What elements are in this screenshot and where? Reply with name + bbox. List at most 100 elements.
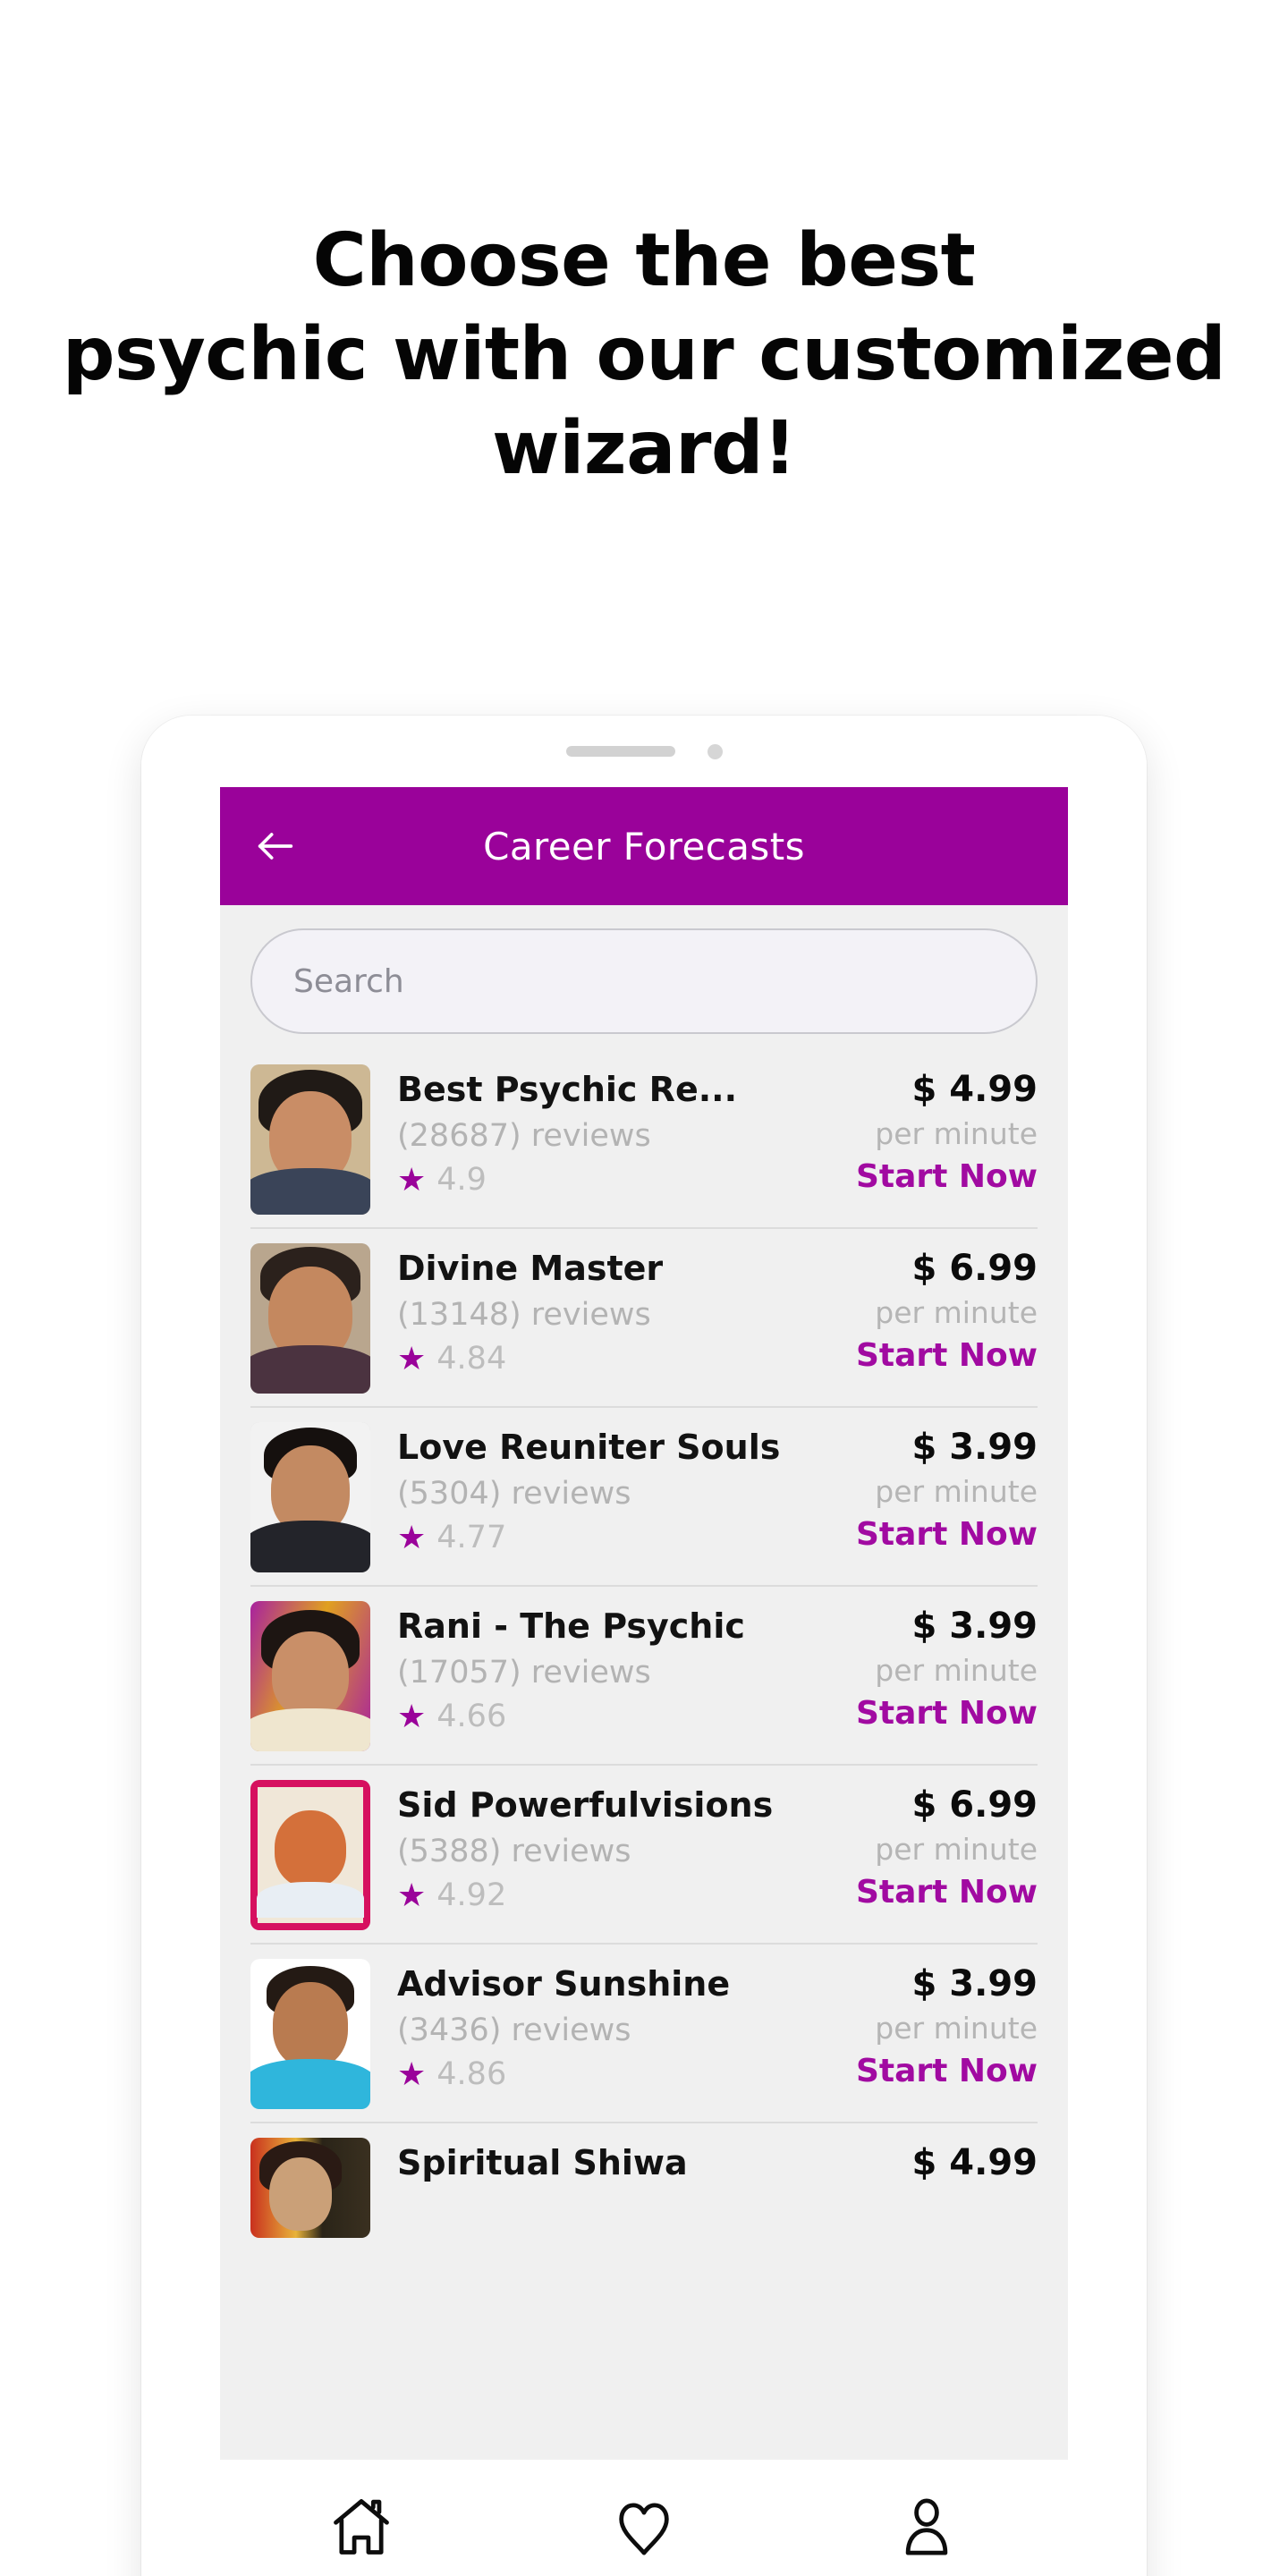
price: $ 3.99 xyxy=(911,1427,1038,1468)
psychic-pricing: $ 6.99 per minute Start Now xyxy=(812,1243,1038,1374)
price: $ 6.99 xyxy=(911,1248,1038,1289)
star-icon: ★ xyxy=(397,1518,427,1555)
table-row[interactable]: Spiritual Shiwa $ 4.99 xyxy=(250,2123,1038,2250)
price: $ 4.99 xyxy=(911,2142,1038,2183)
nav-home[interactable] xyxy=(303,2478,419,2576)
psychic-pricing: $ 6.99 per minute Start Now xyxy=(812,1780,1038,1911)
app-header-bar: Career Forecasts xyxy=(220,787,1068,905)
table-row[interactable]: Divine Master (13148) reviews ★ 4.84 $ 6… xyxy=(250,1229,1038,1408)
start-now-button[interactable]: Start Now xyxy=(812,1695,1038,1732)
heart-icon xyxy=(619,2503,669,2555)
psychic-name: Spiritual Shiwa xyxy=(397,2143,688,2182)
price-unit: per minute xyxy=(875,1653,1038,1688)
psychic-info: Spiritual Shiwa xyxy=(370,2138,812,2183)
price-unit: per minute xyxy=(875,1116,1038,1151)
psychic-info: Best Psychic Re... (28687) reviews ★ 4.9 xyxy=(370,1064,812,1198)
price-unit: per minute xyxy=(875,1832,1038,1867)
rating-value: 4.86 xyxy=(436,2055,507,2092)
page-title: Career Forecasts xyxy=(483,824,805,869)
price: $ 4.99 xyxy=(911,1069,1038,1110)
avatar xyxy=(250,1064,370,1215)
table-row[interactable]: Love Reuniter Souls (5304) reviews ★ 4.7… xyxy=(250,1408,1038,1587)
start-now-button[interactable]: Start Now xyxy=(812,1158,1038,1195)
psychic-name: Advisor Sunshine xyxy=(397,1964,731,2004)
avatar xyxy=(250,1422,370,1572)
psychic-info: Sid Powerfulvisions (5388) reviews ★ 4.9… xyxy=(370,1780,812,1913)
avatar xyxy=(250,1243,370,1394)
psychic-pricing: $ 3.99 per minute Start Now xyxy=(812,1422,1038,1553)
review-count: (5388) reviews xyxy=(397,1833,631,1869)
rating-line: ★ 4.66 xyxy=(397,1699,812,1734)
star-icon: ★ xyxy=(397,1339,427,1377)
phone-mockup: Career Forecasts Search Best Psychic Re.… xyxy=(141,716,1147,2576)
search-box[interactable] xyxy=(250,928,1038,1034)
search-input[interactable] xyxy=(293,962,995,1000)
table-row[interactable]: Best Psychic Re... (28687) reviews ★ 4.9… xyxy=(250,1050,1038,1229)
psychic-info: Divine Master (13148) reviews ★ 4.84 xyxy=(370,1243,812,1377)
review-count: (3436) reviews xyxy=(397,2012,631,2048)
star-icon: ★ xyxy=(397,1160,427,1198)
psychic-info: Advisor Sunshine (3436) reviews ★ 4.86 xyxy=(370,1959,812,2092)
bottom-navigation-bar xyxy=(220,2460,1068,2576)
promo-screenshot: Choose the best psychic with our customi… xyxy=(0,0,1288,2576)
star-icon: ★ xyxy=(397,1876,427,1913)
review-count: (17057) reviews xyxy=(397,1654,651,1690)
review-count: (13148) reviews xyxy=(397,1296,651,1333)
table-row[interactable]: Sid Powerfulvisions (5388) reviews ★ 4.9… xyxy=(250,1766,1038,1945)
rating-line: ★ 4.77 xyxy=(397,1520,812,1555)
back-button[interactable] xyxy=(250,821,301,871)
speaker-grille-icon xyxy=(565,746,675,757)
rating-value: 4.66 xyxy=(436,1698,507,1734)
rating-line: ★ 4.84 xyxy=(397,1341,812,1377)
app-screen: Career Forecasts Search Best Psychic Re.… xyxy=(220,787,1068,2460)
psychic-name: Divine Master xyxy=(397,1249,664,1288)
psychic-name: Sid Powerfulvisions xyxy=(397,1785,774,1825)
nav-profile[interactable] xyxy=(869,2478,985,2576)
rating-value: 4.92 xyxy=(436,1877,507,1913)
headline-line-2: psychic with our customized xyxy=(62,311,1226,397)
star-icon: ★ xyxy=(397,2055,427,2092)
star-icon: ★ xyxy=(397,1697,427,1734)
rating-value: 4.9 xyxy=(436,1161,487,1198)
phone-top-bezel xyxy=(141,716,1147,787)
review-count: (5304) reviews xyxy=(397,1475,631,1512)
table-row[interactable]: Rani - The Psychic (17057) reviews ★ 4.6… xyxy=(250,1587,1038,1766)
rating-line: ★ 4.86 xyxy=(397,2056,812,2092)
psychic-list: Best Psychic Re... (28687) reviews ★ 4.9… xyxy=(220,1050,1068,2250)
start-now-button[interactable]: Start Now xyxy=(812,1337,1038,1374)
psychic-pricing: $ 3.99 per minute Start Now xyxy=(812,1601,1038,1732)
rating-line: ★ 4.9 xyxy=(397,1162,812,1198)
rating-line: ★ 4.92 xyxy=(397,1877,812,1913)
avatar xyxy=(250,1780,370,1930)
start-now-button[interactable]: Start Now xyxy=(812,2053,1038,2089)
psychic-name: Rani - The Psychic xyxy=(397,1606,745,1646)
price-unit: per minute xyxy=(875,1295,1038,1330)
headline-line-3: wizard! xyxy=(492,405,796,491)
front-camera-icon xyxy=(707,743,723,759)
psychic-pricing: $ 3.99 per minute Start Now xyxy=(812,1959,1038,2089)
search-section xyxy=(220,905,1068,1050)
price: $ 3.99 xyxy=(911,1963,1038,2004)
promo-headline: Choose the best psychic with our customi… xyxy=(0,215,1288,496)
start-now-button[interactable]: Start Now xyxy=(812,1874,1038,1911)
person-icon xyxy=(905,2498,948,2555)
start-now-button[interactable]: Start Now xyxy=(812,1516,1038,1553)
avatar xyxy=(250,2138,370,2238)
psychic-pricing: $ 4.99 per minute Start Now xyxy=(812,1064,1038,1195)
home-icon xyxy=(334,2499,389,2555)
psychic-name: Best Psychic Re... xyxy=(397,1070,738,1109)
headline-line-1: Choose the best xyxy=(312,218,976,303)
avatar xyxy=(250,1959,370,2109)
rating-value: 4.84 xyxy=(436,1340,507,1377)
nav-favorites[interactable] xyxy=(586,2478,702,2576)
psychic-pricing: $ 4.99 xyxy=(812,2138,1038,2184)
review-count: (28687) reviews xyxy=(397,1117,651,1154)
price-unit: per minute xyxy=(875,2011,1038,2046)
psychic-info: Love Reuniter Souls (5304) reviews ★ 4.7… xyxy=(370,1422,812,1555)
arrow-left-icon xyxy=(258,833,293,860)
price-unit: per minute xyxy=(875,1474,1038,1509)
table-row[interactable]: Advisor Sunshine (3436) reviews ★ 4.86 $… xyxy=(250,1945,1038,2123)
avatar xyxy=(250,1601,370,1751)
psychic-name: Love Reuniter Souls xyxy=(397,1428,781,1467)
price: $ 3.99 xyxy=(911,1606,1038,1647)
